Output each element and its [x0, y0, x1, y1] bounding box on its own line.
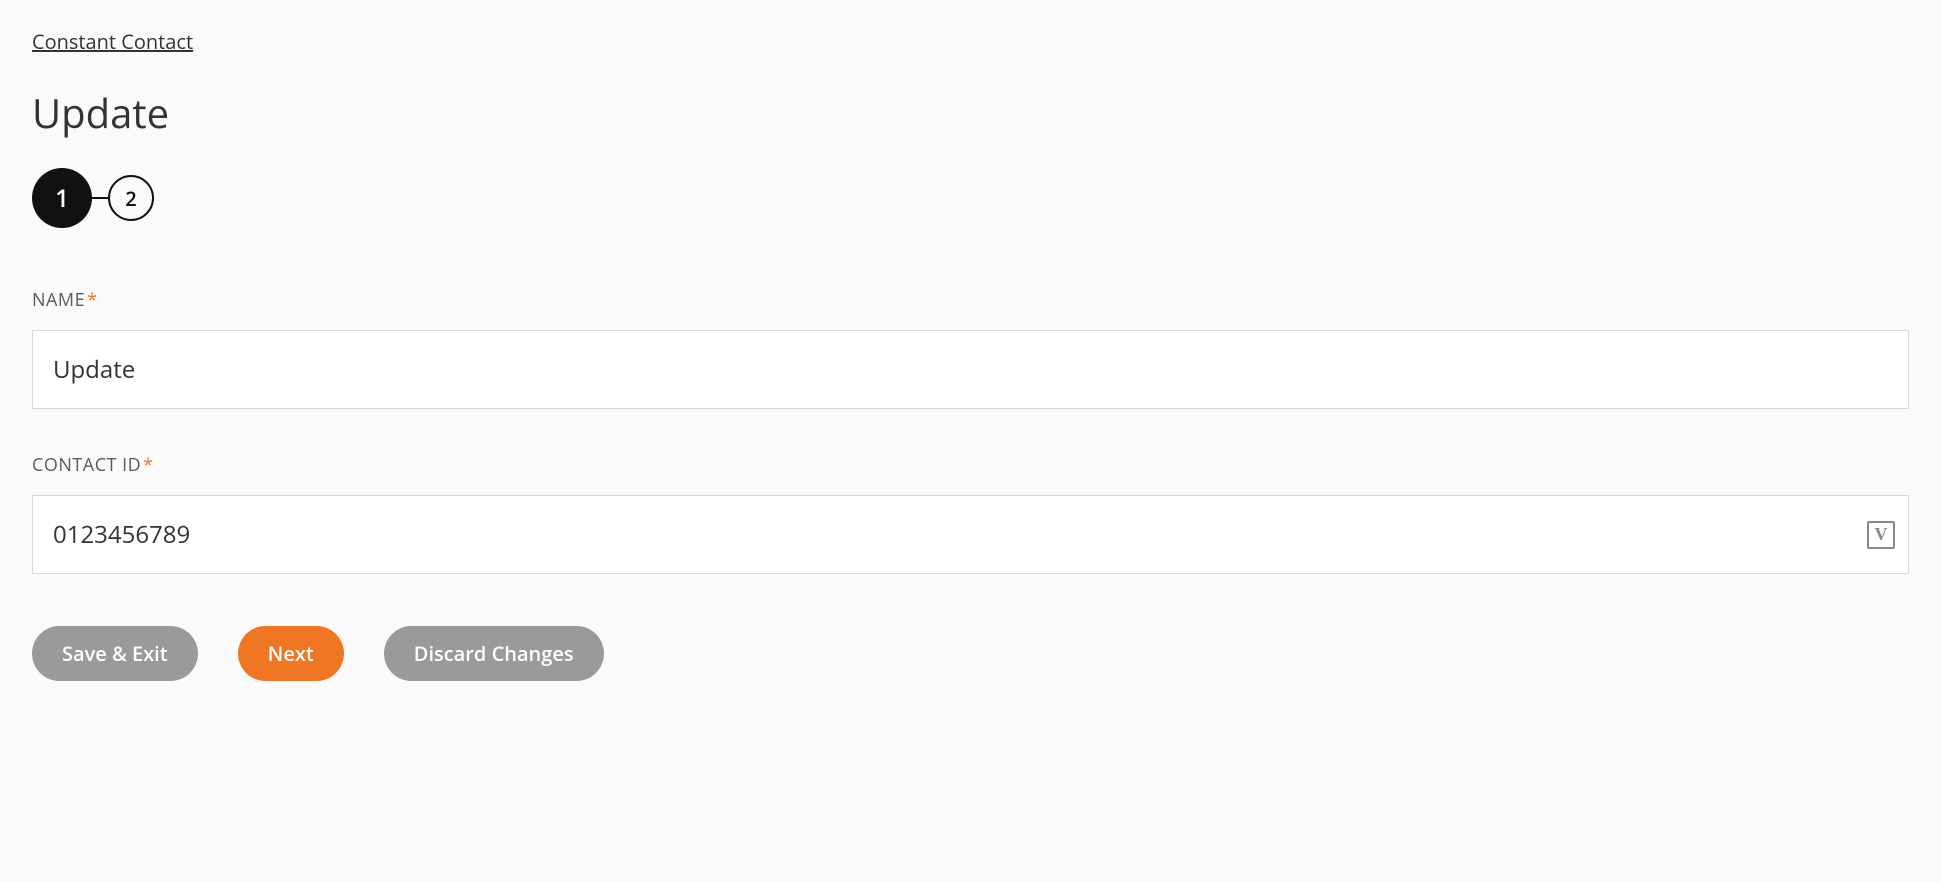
name-label-text: NAME	[32, 288, 85, 312]
contact-id-input[interactable]	[32, 495, 1909, 574]
step-1[interactable]: 1	[32, 168, 92, 228]
variable-icon[interactable]: V	[1867, 521, 1895, 549]
step-2[interactable]: 2	[108, 175, 154, 221]
button-row: Save & Exit Next Discard Changes	[32, 626, 1909, 681]
save-exit-button[interactable]: Save & Exit	[32, 626, 198, 681]
stepper: 1 2	[32, 168, 1909, 228]
required-mark: *	[87, 288, 97, 312]
name-input[interactable]	[32, 330, 1909, 409]
contact-id-input-wrap: V	[32, 495, 1909, 574]
step-connector	[92, 197, 108, 199]
form-group-contact-id: CONTACT ID* V	[32, 453, 1909, 574]
name-label: NAME*	[32, 288, 1909, 312]
required-mark: *	[143, 453, 153, 477]
form-group-name: NAME*	[32, 288, 1909, 409]
page-container: Constant Contact Update 1 2 NAME* CONTAC…	[0, 0, 1941, 721]
contact-id-label-text: CONTACT ID	[32, 453, 141, 477]
next-button[interactable]: Next	[238, 626, 344, 681]
breadcrumb-link[interactable]: Constant Contact	[32, 28, 193, 55]
contact-id-label: CONTACT ID*	[32, 453, 1909, 477]
name-input-wrap	[32, 330, 1909, 409]
page-title: Update	[32, 85, 1909, 140]
discard-changes-button[interactable]: Discard Changes	[384, 626, 604, 681]
